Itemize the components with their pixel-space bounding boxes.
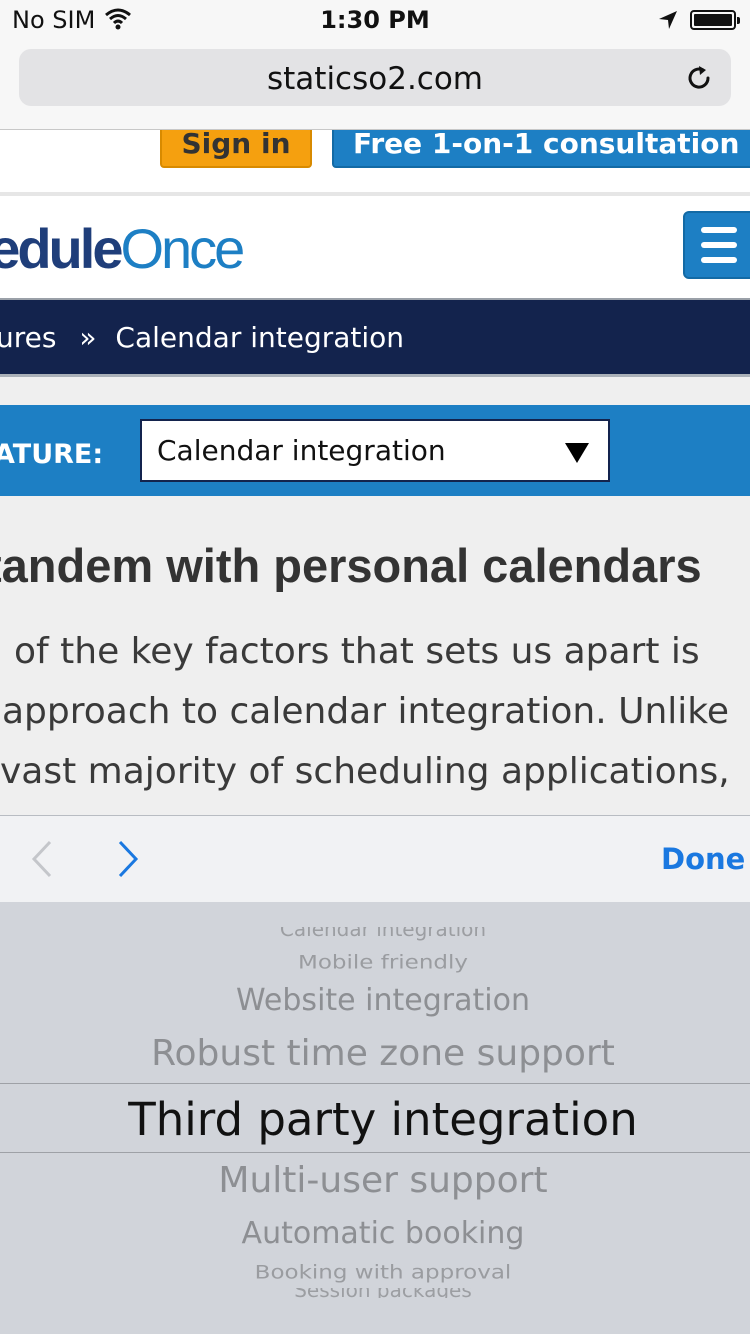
paragraph-line-2: approach to calendar integration. Unlike bbox=[2, 691, 729, 732]
chevron-right-icon[interactable] bbox=[112, 838, 142, 880]
picker-option[interactable]: Multi-user support bbox=[0, 1160, 750, 1201]
status-bar: No SIM 1:30 PM bbox=[0, 0, 750, 40]
site-header: neduleOnce bbox=[0, 196, 750, 301]
feature-dropdown-value: Calendar integration bbox=[157, 434, 446, 467]
site-logo[interactable]: neduleOnce bbox=[0, 216, 245, 281]
feature-picker-wheel[interactable]: Calendar integration Mobile friendly Web… bbox=[0, 902, 750, 1334]
picker-option[interactable]: Mobile friendly bbox=[0, 953, 750, 974]
breadcrumb-current: Calendar integration bbox=[115, 321, 405, 354]
browser-toolbar: staticso2.com bbox=[0, 40, 750, 130]
picker-option[interactable]: Website integration bbox=[0, 983, 750, 1018]
top-action-strip: Sign in Free 1-on-1 consultation bbox=[0, 130, 750, 196]
breadcrumb-separator: » bbox=[79, 321, 97, 354]
done-button[interactable]: Done bbox=[661, 842, 745, 876]
picker-option[interactable]: Booking with approval bbox=[0, 1263, 750, 1284]
paragraph-line-1: of the key factors that sets us apart is bbox=[14, 631, 700, 672]
address-bar[interactable]: staticso2.com bbox=[19, 49, 731, 106]
url-text[interactable]: staticso2.com bbox=[19, 61, 731, 97]
picker-option[interactable]: Calendar integration bbox=[0, 927, 750, 941]
breadcrumb: ures » Calendar integration bbox=[0, 300, 750, 377]
clock: 1:30 PM bbox=[320, 6, 430, 34]
picker-selected-option[interactable]: Third party integration bbox=[0, 1093, 750, 1146]
feature-label: ATURE: bbox=[0, 439, 104, 470]
picker-option[interactable]: Session packages bbox=[0, 1288, 750, 1298]
chevron-left-icon[interactable] bbox=[28, 838, 58, 880]
page-heading: tandem with personal calendars bbox=[0, 539, 702, 592]
feature-dropdown[interactable]: Calendar integration bbox=[140, 419, 610, 482]
logo-text-light: Once bbox=[120, 217, 245, 280]
dropdown-arrow-icon bbox=[565, 443, 589, 463]
keyboard-accessory-bar: Done bbox=[0, 815, 750, 903]
battery-icon bbox=[690, 10, 740, 30]
reload-icon[interactable] bbox=[684, 63, 714, 93]
logo-text-dark: nedule bbox=[0, 217, 123, 280]
feature-select-bar: ATURE: Calendar integration bbox=[0, 405, 750, 496]
hamburger-menu-icon[interactable] bbox=[683, 211, 750, 279]
breadcrumb-parent-link[interactable]: ures bbox=[0, 321, 56, 354]
picker-option[interactable]: Robust time zone support bbox=[0, 1033, 750, 1074]
picker-option[interactable]: Automatic booking bbox=[0, 1216, 750, 1251]
paragraph-line-3: vast majority of scheduling applications… bbox=[0, 751, 730, 792]
location-arrow-icon bbox=[659, 11, 677, 29]
free-consultation-button[interactable]: Free 1-on-1 consultation bbox=[332, 130, 750, 168]
sign-in-button[interactable]: Sign in bbox=[160, 130, 312, 168]
